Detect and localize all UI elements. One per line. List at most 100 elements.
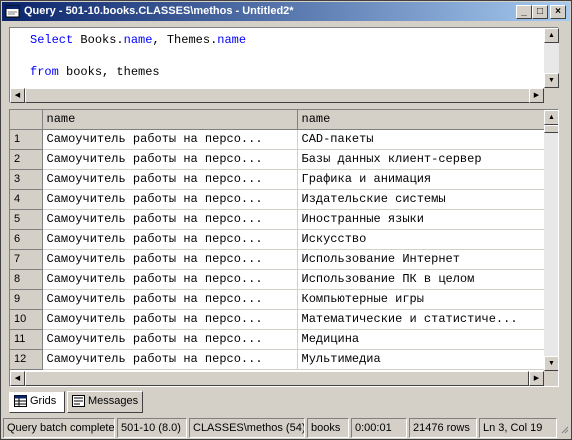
table-row[interactable]: 9 Самоучитель работы на персо... Компьютер… — [10, 289, 545, 310]
status-user: CLASSES\methos (54) — [189, 418, 305, 438]
column-header[interactable]: name — [42, 110, 298, 130]
scroll-left-button[interactable]: ◀ — [10, 88, 25, 103]
row-number[interactable]: 6 — [10, 229, 43, 250]
row-number[interactable]: 2 — [10, 149, 43, 170]
row-number[interactable]: 7 — [10, 249, 43, 270]
table-cell[interactable]: Самоучитель работы на персо... — [42, 189, 298, 210]
table-cell[interactable]: Издательские системы — [297, 189, 545, 210]
table-cell[interactable]: Иностранные языки — [297, 209, 545, 230]
table-cell[interactable]: Самоучитель работы на персо... — [42, 169, 298, 190]
row-number[interactable]: 8 — [10, 269, 43, 290]
scroll-down-button[interactable]: ▼ — [544, 356, 558, 371]
table-cell[interactable]: Самоучитель работы на персо... — [42, 349, 298, 370]
status-bar: Query batch completed 501-10 (8.0) CLASS… — [3, 418, 569, 438]
close-icon: × — [555, 6, 561, 17]
status-database: books — [307, 418, 349, 438]
scroll-thumb[interactable] — [544, 125, 558, 133]
table-cell[interactable]: Самоучитель работы на персо... — [42, 309, 298, 330]
row-number[interactable]: 4 — [10, 189, 43, 210]
messages-icon — [72, 395, 85, 408]
table-row[interactable]: 2 Самоучитель работы на персо... Базы данн… — [10, 149, 545, 170]
row-number[interactable]: 11 — [10, 329, 43, 350]
scroll-right-button[interactable]: ▶ — [529, 88, 544, 103]
tab-grids[interactable]: Grids — [9, 391, 65, 413]
table-row[interactable]: 11 Самоучитель работы на персо... Медицина — [10, 329, 545, 350]
grid-vertical-scrollbar[interactable]: ▲ ▼ — [544, 110, 558, 371]
table-cell[interactable]: Самоучитель работы на персо... — [42, 229, 298, 250]
close-button[interactable]: × — [550, 5, 566, 19]
table-cell[interactable]: Математические и статистиче... — [297, 309, 545, 330]
keyword-select: Select — [30, 33, 74, 47]
sql-editor[interactable]: Select Books.name, Themes.name from book… — [9, 27, 559, 103]
keyword-name: name — [217, 33, 247, 47]
table-row[interactable]: 4 Самоучитель работы на персо... Издательс… — [10, 189, 545, 210]
results-grid[interactable]: name name 1 Самоучитель работы на персо..… — [9, 109, 559, 387]
pane-splitter[interactable] — [5, 104, 569, 108]
title-bar[interactable]: Query - 501-10.books.CLASSES\methos - Un… — [2, 2, 570, 21]
table-row[interactable]: 8 Самоучитель работы на персо... Использов… — [10, 269, 545, 290]
arrow-down-icon: ▼ — [548, 360, 555, 367]
scroll-thumb[interactable] — [25, 88, 532, 103]
table-cell[interactable]: Самоучитель работы на персо... — [42, 129, 298, 150]
scroll-left-button[interactable]: ◀ — [10, 371, 25, 386]
table-cell[interactable]: Самоучитель работы на персо... — [42, 329, 298, 350]
tab-messages-label: Messages — [88, 395, 139, 407]
editor-horizontal-scrollbar[interactable]: ◀ ▶ — [10, 88, 544, 103]
row-number[interactable]: 3 — [10, 169, 43, 190]
column-header[interactable]: name — [297, 110, 545, 130]
table-row[interactable]: 1 Самоучитель работы на персо... CAD-пакет… — [10, 129, 545, 150]
tab-messages[interactable]: Messages — [67, 391, 143, 413]
row-number[interactable]: 9 — [10, 289, 43, 310]
results-table: name name 1 Самоучитель работы на персо..… — [10, 110, 545, 370]
resize-grip-icon[interactable] — [559, 424, 569, 436]
row-number[interactable]: 12 — [10, 349, 43, 370]
table-cell[interactable]: CAD-пакеты — [297, 129, 545, 150]
table-cell[interactable]: Самоучитель работы на персо... — [42, 149, 298, 170]
tab-grids-label: Grids — [30, 395, 57, 407]
keyword-from: from — [30, 65, 59, 79]
row-number[interactable]: 1 — [10, 129, 43, 150]
table-row[interactable]: 3 Самоучитель работы на персо... Графика и… — [10, 169, 545, 190]
table-cell[interactable]: Медицина — [297, 329, 545, 350]
scroll-up-button[interactable]: ▲ — [544, 28, 559, 43]
table-row[interactable]: 5 Самоучитель работы на персо... Иностранн… — [10, 209, 545, 230]
status-rows: 21476 rows — [409, 418, 477, 438]
table-cell[interactable]: Самоучитель работы на персо... — [42, 269, 298, 290]
scroll-up-button[interactable]: ▲ — [544, 110, 558, 125]
row-number-header[interactable] — [10, 110, 43, 130]
table-row[interactable]: 6 Самоучитель работы на персо... Искусство — [10, 229, 545, 250]
table-cell[interactable]: Искусство — [297, 229, 545, 250]
status-server: 501-10 (8.0) — [117, 418, 187, 438]
scroll-down-button[interactable]: ▼ — [544, 73, 559, 88]
arrow-right-icon: ▶ — [533, 92, 540, 99]
table-row[interactable]: 10 Самоучитель работы на персо... Математи… — [10, 309, 545, 330]
table-row[interactable]: 7 Самоучитель работы на персо... Использов… — [10, 249, 545, 270]
editor-vertical-scrollbar[interactable]: ▲ ▼ — [544, 28, 559, 88]
maximize-icon: □ — [536, 6, 544, 17]
table-cell[interactable]: Использование ПК в целом — [297, 269, 545, 290]
table-cell[interactable]: Графика и анимация — [297, 169, 545, 190]
arrow-up-icon: ▲ — [548, 32, 555, 39]
table-cell[interactable]: Самоучитель работы на персо... — [42, 209, 298, 230]
row-number[interactable]: 10 — [10, 309, 43, 330]
query-window: Query - 501-10.books.CLASSES\methos - Un… — [0, 0, 572, 440]
query-app-icon — [5, 5, 20, 18]
maximize-button[interactable]: □ — [532, 5, 548, 19]
scrollbar-corner — [544, 371, 558, 386]
table-cell[interactable]: Компьютерные игры — [297, 289, 545, 310]
table-cell[interactable]: Самоучитель работы на персо... — [42, 289, 298, 310]
grid-horizontal-scrollbar[interactable]: ◀ ▶ — [10, 371, 544, 386]
scroll-thumb[interactable] — [25, 371, 529, 386]
minimize-button[interactable]: _ — [516, 5, 532, 19]
scroll-right-button[interactable]: ▶ — [529, 371, 544, 386]
row-number[interactable]: 5 — [10, 209, 43, 230]
table-cell[interactable]: Мультимедиа — [297, 349, 545, 370]
status-elapsed: 0:00:01 — [351, 418, 407, 438]
sql-code[interactable]: Select Books.name, Themes.name from book… — [30, 32, 246, 80]
table-cell[interactable]: Базы данных клиент-сервер — [297, 149, 545, 170]
code-text: Books. — [73, 33, 124, 47]
table-cell[interactable]: Использование Интернет — [297, 249, 545, 270]
table-row[interactable]: 12 Самоучитель работы на персо... Мультиме… — [10, 349, 545, 370]
table-cell[interactable]: Самоучитель работы на персо... — [42, 249, 298, 270]
arrow-down-icon: ▼ — [548, 77, 555, 84]
